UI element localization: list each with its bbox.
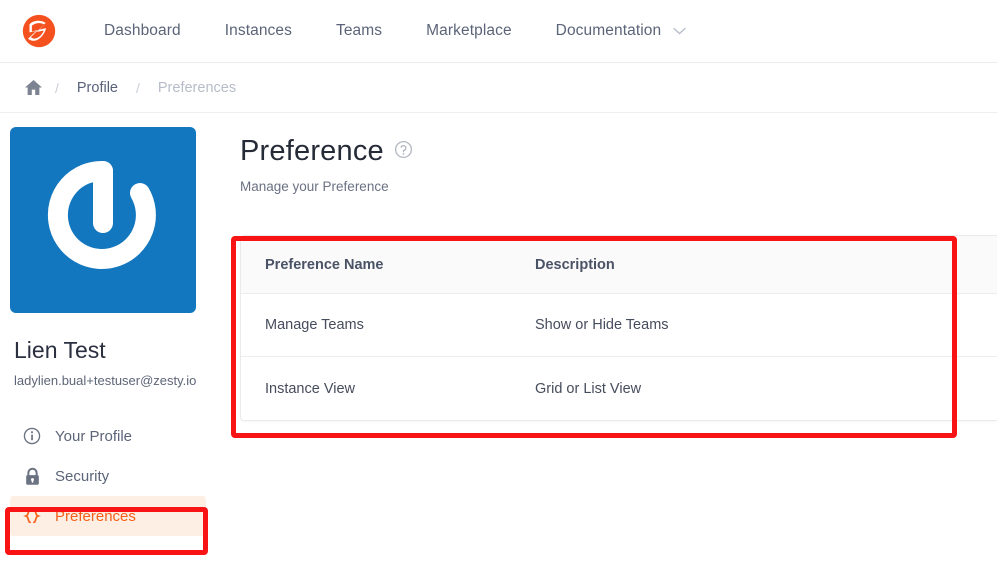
user-name: Lien Test bbox=[14, 337, 106, 363]
sidebar-item-preferences[interactable]: Preferences bbox=[10, 496, 206, 536]
chevron-down-icon bbox=[673, 22, 686, 40]
avatar[interactable] bbox=[10, 127, 196, 313]
page-title: Preference bbox=[240, 135, 384, 167]
breadcrumb-item-preferences: Preferences bbox=[157, 79, 237, 96]
page-subtitle: Manage your Preference bbox=[240, 179, 389, 194]
lock-icon bbox=[22, 467, 42, 486]
breadcrumb: / Profile / Preferences bbox=[0, 63, 997, 113]
cell-description: Show or Hide Teams bbox=[535, 317, 669, 333]
nav-link-dashboard[interactable]: Dashboard bbox=[82, 16, 203, 46]
table-row: Instance View Grid or List View List bbox=[241, 357, 997, 420]
main-content: Preference Manage your Preference Prefer… bbox=[212, 113, 997, 572]
nav-link-teams[interactable]: Teams bbox=[314, 16, 404, 46]
breadcrumb-separator-2: / bbox=[136, 79, 140, 96]
profile-sidebar: Lien Test ladylien.bual+testuser@zesty.i… bbox=[0, 113, 212, 572]
column-header-description: Description bbox=[535, 256, 615, 273]
top-navigation-bar: Dashboard Instances Teams Marketplace Do… bbox=[0, 0, 997, 63]
sidebar-item-your-profile[interactable]: Your Profile bbox=[10, 416, 212, 456]
curly-braces-icon bbox=[22, 507, 42, 525]
table-row: Manage Teams Show or Hide Teams Hide bbox=[241, 294, 997, 357]
sidebar-item-security-label: Security bbox=[55, 467, 110, 485]
table-header-row: Preference Name Description Save bbox=[241, 236, 997, 294]
nav-links: Dashboard Instances Teams Marketplace Do… bbox=[82, 16, 700, 46]
cell-preference-name: Manage Teams bbox=[265, 317, 364, 333]
breadcrumb-separator-1: / bbox=[55, 79, 59, 96]
zesty-logo-icon[interactable] bbox=[18, 10, 60, 52]
user-email: ladylien.bual+testuser@zesty.io bbox=[14, 373, 197, 388]
nav-link-marketplace[interactable]: Marketplace bbox=[404, 16, 534, 46]
question-circle-icon[interactable] bbox=[394, 140, 413, 164]
home-icon[interactable] bbox=[18, 79, 51, 96]
cell-description: Grid or List View bbox=[535, 380, 642, 397]
sidebar-menu: Your Profile Security Preferences bbox=[10, 416, 212, 536]
sidebar-item-preferences-label: Preferences bbox=[55, 507, 136, 525]
info-circle-icon bbox=[22, 427, 42, 445]
nav-link-documentation-label: Documentation bbox=[555, 22, 662, 39]
page-title-row: Preference bbox=[240, 135, 997, 168]
nav-link-instances[interactable]: Instances bbox=[203, 16, 314, 46]
sidebar-item-your-profile-label: Your Profile bbox=[55, 427, 132, 445]
nav-link-documentation[interactable]: Documentation bbox=[534, 16, 701, 46]
breadcrumb-item-profile[interactable]: Profile bbox=[63, 80, 132, 96]
page-body: Lien Test ladylien.bual+testuser@zesty.i… bbox=[0, 113, 997, 572]
sidebar-item-security[interactable]: Security bbox=[10, 456, 212, 496]
preference-table-card: Preference Name Description Save Manage … bbox=[240, 235, 997, 421]
column-header-preference-name: Preference Name bbox=[265, 256, 384, 273]
cell-preference-name: Instance View bbox=[265, 380, 356, 397]
